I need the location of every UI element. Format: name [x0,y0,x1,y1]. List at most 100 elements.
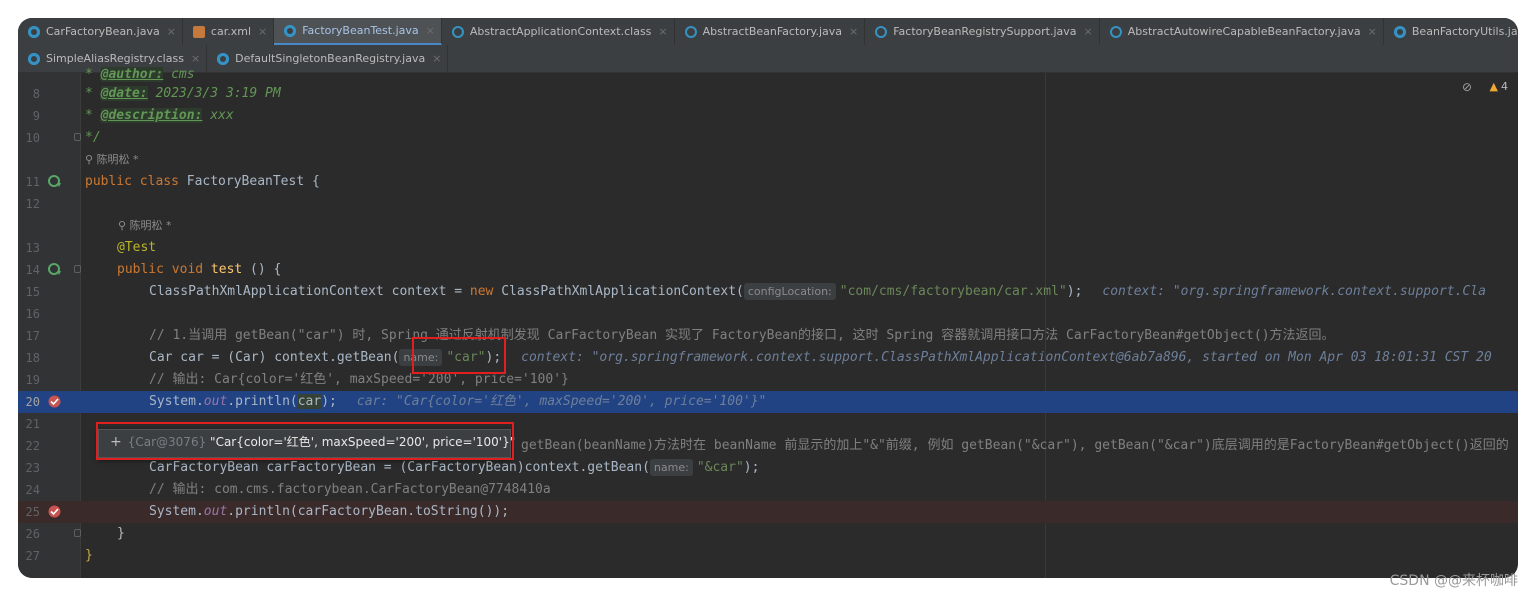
close-icon[interactable]: × [191,52,200,65]
editor-tab[interactable]: AbstractBeanFactory.java × [675,18,866,45]
java-class-icon [28,52,40,65]
run-test-icon[interactable] [48,175,61,188]
code-line-17: 17 // 1.当调用 getBean("car") 时, Spring 通过反… [18,325,1518,347]
tab-label: AbstractBeanFactory.java [702,25,842,38]
code-line-25-breakpoint: 25 System.out.println(carFactoryBean.toS… [18,501,1518,523]
editor-tab[interactable]: car.xml × [183,18,275,45]
annotation-highlight-box [412,337,506,374]
editor-tab[interactable]: AbstractApplicationContext.class × [442,18,675,45]
author-hint-1: ⚲ 陈明松 * [85,153,139,166]
code-line-15: 15 ClassPathXmlApplicationContext contex… [18,281,1518,303]
parameter-hint: configLocation: [743,283,836,300]
code-line-8: 8 * @date: 2023/3/3 3:19 PM [18,83,1518,105]
line-number: 12 [25,197,40,211]
line-number: 19 [25,373,40,387]
line-number: 13 [25,241,40,255]
class-file-icon [1109,25,1122,38]
code-line-26: 26 } [18,523,1518,545]
line-number: 21 [25,417,40,431]
tab-label: AbstractAutowireCapableBeanFactory.java [1127,25,1361,38]
parameter-hint: name: [649,459,693,476]
tab-label: SimpleAliasRegistry.class [46,52,184,65]
close-icon[interactable]: × [849,25,858,38]
editor-tab[interactable]: BeanFactoryUtils.java× [1384,18,1518,45]
code-line-19: 19 // 输出: Car{color='红色', maxSpeed='200'… [18,369,1518,391]
run-test-icon[interactable] [48,263,61,276]
code-line-24: 24 // 输出: com.cms.factorybean.CarFactory… [18,479,1518,501]
editor-tab[interactable]: FactoryBeanRegistrySupport.java × [865,18,1100,45]
line-number: 24 [25,483,40,497]
breakpoint-icon[interactable] [48,395,61,408]
code-line-23: 23 CarFactoryBean carFactoryBean = (CarF… [18,457,1518,479]
code-line-16: 16 [18,303,1518,325]
line-number: 15 [25,285,40,299]
line-number: 16 [25,307,40,321]
java-class-icon [1393,25,1406,38]
close-icon[interactable]: × [658,25,667,38]
line-number: 23 [25,461,40,475]
tab-label: FactoryBeanTest.java [302,24,419,37]
close-icon[interactable]: × [167,25,176,38]
watermark: CSDN @@来杯咖啡 [1389,573,1518,589]
comment: // 1.当调用 getBean("car") 时, Spring 通过反射机制… [149,328,1335,343]
close-icon[interactable]: × [432,52,441,65]
tab-label: car.xml [210,25,252,38]
code-line-18: 18 Car car = (Car) context.getBean(name:… [18,347,1518,369]
class-file-icon [684,25,697,38]
line-number: 20 [25,395,40,409]
closing-brace: } [85,548,93,563]
editor-tab[interactable]: CarFactoryBean.java × [18,18,183,45]
code-line-10: 10 */ [18,127,1518,149]
editor-tab[interactable]: AbstractAutowireCapableBeanFactory.java × [1100,18,1384,45]
close-icon[interactable]: × [426,24,435,37]
author-name: 陈明松 * [129,219,172,232]
code-line-13: 13 @Test [18,237,1518,259]
java-class-icon [28,25,40,38]
editor-tabs-row-1: CarFactoryBean.java × car.xml × FactoryBeanT… [18,18,1518,46]
annotation-highlight-box [96,422,514,460]
line-number: 11 [25,175,40,189]
code-line-20-execution-point: 20 System.out.println(car); car: "Car{col… [18,391,1518,413]
class-file-icon [451,25,464,38]
fold-icon[interactable] [74,529,81,537]
xml-file-icon [192,25,205,38]
breakpoint-icon[interactable] [48,505,61,518]
comment: getBean(beanName)方法时在 beanName 前显示的加上"&"… [521,438,1509,453]
javadoc-tag: @description: [100,108,203,123]
line-number: 22 [25,439,40,453]
editor-tab[interactable]: FactoryBeanTest.java × [274,18,442,45]
javadoc-text: 2023/3/3 3:19 PM [147,86,281,101]
line-number: 25 [25,505,40,519]
code-line-27: 27 } [18,545,1518,567]
author-name: 陈明松 * [96,153,139,166]
close-icon[interactable]: × [258,25,267,38]
code-line-7: * @author: cms [85,67,195,82]
close-icon[interactable]: × [1368,25,1377,38]
hovered-variable[interactable]: car [297,394,322,409]
fold-icon[interactable] [74,133,81,141]
debug-inline-value: context: "org.springframework.context.su… [1102,284,1486,299]
java-class-icon [217,52,230,65]
java-class-icon [284,24,297,37]
fold-icon[interactable] [74,265,81,273]
javadoc-end: */ [85,130,101,145]
code-editor[interactable]: ⊘ ▲ 4 * @author: cms 8 * @date: 2023/3/3 … [18,67,1518,578]
annotation: @Test [117,240,157,255]
javadoc-tag: @date: [100,86,148,101]
tab-label: DefaultSingletonBeanRegistry.java [235,52,426,65]
comment: // 输出: com.cms.factorybean.CarFactoryBea… [149,482,551,497]
line-number: 8 [32,87,40,101]
author-hint-2: ⚲ 陈明松 * [118,219,172,232]
close-icon[interactable]: × [1084,25,1093,38]
closing-brace: } [117,526,125,541]
code-line-11: 11 public class FactoryBeanTest { [18,171,1518,193]
debug-inline-value: car: "Car{color='红色', maxSpeed='200', pr… [356,394,767,409]
ide-window: CarFactoryBean.java × car.xml × FactoryBeanT… [18,18,1518,578]
line-number: 17 [25,329,40,343]
debug-inline-value: context: "org.springframework.context.su… [521,350,1492,365]
line-number: 10 [25,131,40,145]
line-number: 26 [25,527,40,541]
code-line-14: 14 public void test () { [18,259,1518,281]
line-number: 14 [25,263,40,277]
line-number: 18 [25,351,40,365]
